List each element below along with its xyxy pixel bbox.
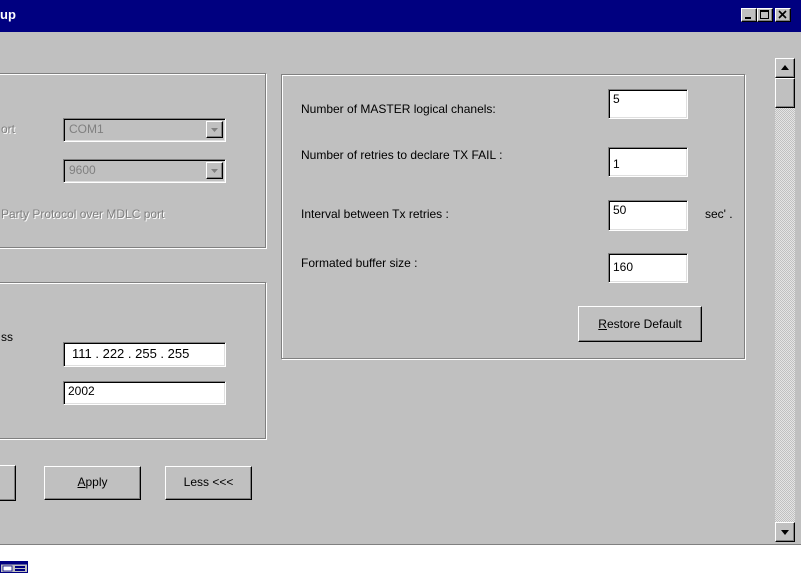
maximize-button[interactable]: [757, 8, 773, 22]
port-label: ort: [1, 122, 16, 136]
window-icon-graphic: [0, 561, 28, 573]
apply-accel: A: [77, 475, 86, 489]
less-button[interactable]: Less <<<: [165, 466, 252, 500]
scroll-up-button[interactable]: [775, 58, 795, 78]
chevron-down-icon: [211, 128, 218, 132]
buffer-label: Formated buffer size :: [301, 256, 418, 270]
interval-value: 50: [613, 203, 627, 217]
restore-default-button[interactable]: Restore Default: [578, 306, 702, 342]
interval-field[interactable]: 50: [608, 200, 688, 231]
maximize-icon: [760, 10, 769, 19]
close-icon: [778, 10, 787, 19]
arrow-up-icon: [781, 65, 789, 70]
ip-settings-group: ss 111 . 222 . 255 . 255 2002: [0, 282, 266, 439]
apply-button[interactable]: Apply: [44, 466, 141, 500]
buffer-field[interactable]: 160: [608, 253, 688, 283]
port-settings-group: ort COM1 9600 Party Protocol over MDLC p…: [0, 73, 266, 248]
scroll-thumb[interactable]: [775, 78, 795, 108]
port-combobox-dropdown[interactable]: [206, 121, 223, 138]
title-bar[interactable]: up: [0, 0, 801, 32]
restore-accel: R: [598, 317, 607, 331]
minimize-button[interactable]: [741, 8, 757, 22]
channel-settings-group: Number of MASTER logical chanels: 5 Numb…: [281, 74, 745, 359]
scroll-down-button[interactable]: [775, 522, 795, 542]
port-combobox-value: COM1: [69, 122, 104, 136]
ip-address-value: 111 . 222 . 255 . 255: [72, 346, 190, 361]
close-button[interactable]: [775, 8, 791, 22]
ip-address-field[interactable]: 111 . 222 . 255 . 255: [63, 342, 226, 367]
apply-label: pply: [85, 475, 108, 489]
window-icon[interactable]: [0, 561, 28, 573]
baud-combobox[interactable]: 9600: [63, 159, 226, 183]
baud-combobox-dropdown[interactable]: [206, 162, 223, 179]
baud-combobox-value: 9600: [69, 163, 96, 177]
master-channels-field[interactable]: 5: [608, 89, 688, 119]
interval-unit: sec' .: [705, 207, 733, 221]
buffer-value: 160: [613, 260, 634, 274]
retries-label: Number of retries to declare TX FAIL :: [301, 148, 503, 162]
restore-label: estore Default: [606, 317, 682, 331]
ip-port-value: 2002: [68, 384, 95, 398]
master-channels-value: 5: [613, 92, 620, 106]
window-title: up: [0, 7, 16, 22]
minimize-icon: [745, 17, 751, 19]
less-label: Less <<<: [183, 475, 234, 489]
ip-port-field[interactable]: 2002: [63, 381, 226, 405]
protocol-label: Party Protocol over MDLC port: [1, 207, 165, 221]
port-combobox[interactable]: COM1: [63, 118, 226, 142]
vertical-scrollbar[interactable]: [775, 58, 795, 542]
retries-value: 1: [613, 157, 620, 171]
master-channels-label: Number of MASTER logical chanels:: [301, 102, 496, 116]
address-label: ss: [1, 330, 13, 344]
chevron-down-icon: [211, 169, 218, 173]
arrow-down-icon: [781, 530, 789, 535]
retries-field[interactable]: 1: [608, 147, 688, 177]
interval-label: Interval between Tx retries :: [301, 207, 449, 221]
partial-button[interactable]: [0, 465, 16, 501]
